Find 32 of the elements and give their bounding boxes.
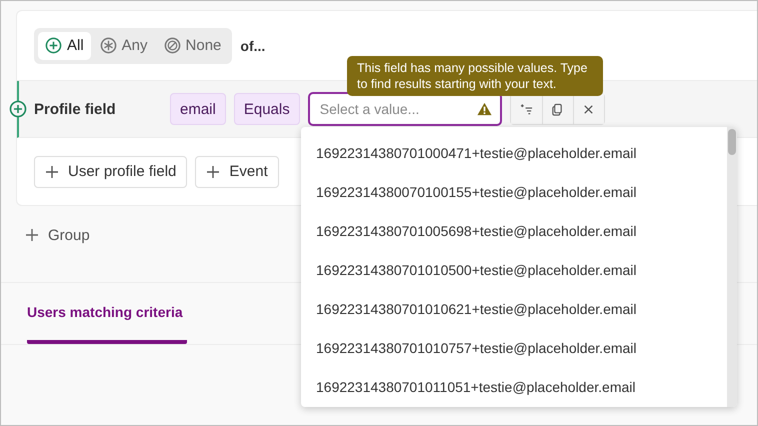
scrollbar-thumb[interactable] [728,129,736,155]
close-icon [582,102,596,116]
plus-circle-icon [45,37,62,54]
of-label: of... [240,38,266,54]
match-mode-option[interactable]: All [38,32,91,60]
ban-icon [164,37,181,54]
dropdown-option[interactable]: 16922314380701010500+testie@placeholder.email [301,259,727,298]
dropdown-option[interactable]: 16922314380701011051+testie@placeholder.email [301,376,727,407]
results-tab[interactable]: Users matching criteria [27,304,187,344]
plus-icon [45,164,59,178]
dropdown-option[interactable]: 16922314380701010621+testie@placeholder.email [301,298,727,337]
add-group-button[interactable]: Group [25,224,90,246]
copy-icon [551,102,564,116]
plus-circle-icon[interactable] [9,100,27,118]
add-condition-button[interactable]: Event [195,156,279,188]
condition-chip[interactable]: Equals [234,93,300,125]
filter-add-icon [520,102,533,116]
dropdown-option[interactable]: 16922314380070100155+testie@placeholder.email [301,181,727,220]
plus-icon [25,228,39,242]
plus-icon [206,164,220,178]
condition-label: Profile field [34,100,117,118]
dropdown-option[interactable]: 16922314380701010757+testie@placeholder.email [301,337,727,376]
close-button[interactable] [572,94,604,124]
dropdown-option[interactable]: 16922314380701005698+testie@placeholder.email [301,220,727,259]
add-condition-button[interactable]: User profile field [34,156,188,188]
dropdown-option[interactable]: 16922314380701000471+testie@placeholder.email [301,142,727,181]
tooltip: This field has many possible values. Type to find results starting with your text. [347,56,603,96]
match-mode-option[interactable]: Any [92,32,155,60]
condition-chip[interactable]: email [170,93,226,125]
asterisk-circle-icon [100,37,117,54]
value-input-field[interactable]: Select a value... [308,92,502,126]
match-mode-option[interactable]: None [156,32,228,60]
